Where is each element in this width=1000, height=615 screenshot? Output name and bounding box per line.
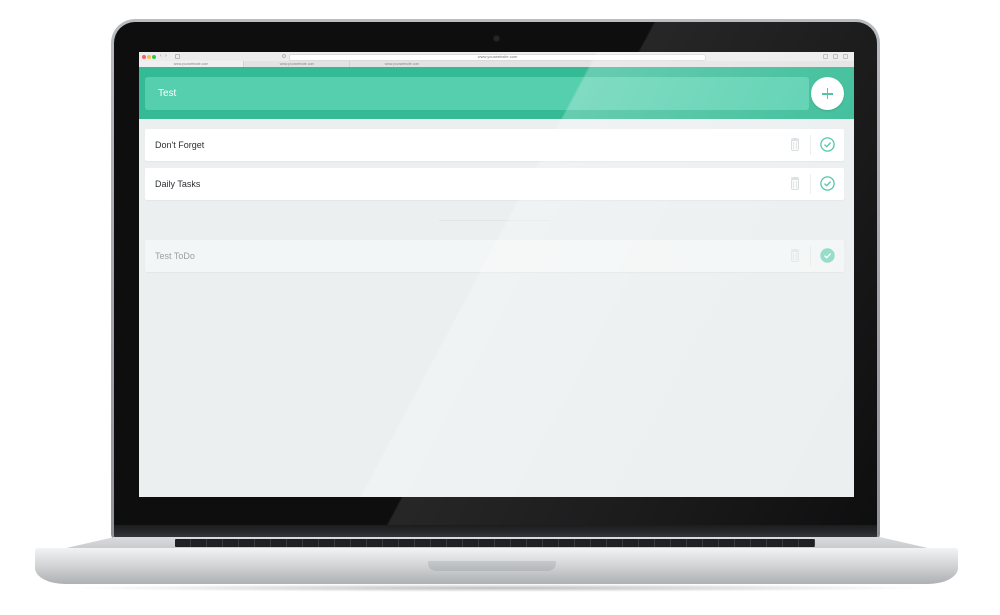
forward-icon[interactable]: › [165, 54, 167, 59]
screen: ‹ › www.yourwebsite.com www.yourwebsite.… [139, 52, 854, 497]
minimize-window-icon[interactable] [147, 55, 151, 59]
share-icon[interactable] [823, 54, 828, 59]
header-title-bar[interactable]: Test [145, 77, 809, 110]
check-circle-icon[interactable] [820, 176, 835, 191]
downloads-icon[interactable] [843, 54, 848, 59]
maximize-window-icon[interactable] [152, 55, 156, 59]
row-divider [810, 174, 811, 194]
list-item[interactable]: Don't Forget [145, 129, 844, 161]
row-divider [810, 135, 811, 155]
list-item-title: Daily Tasks [155, 179, 201, 189]
address-text: www.yourwebsite.com [477, 54, 518, 59]
completed-item[interactable]: Test ToDo [145, 240, 844, 272]
address-bar[interactable]: www.yourwebsite.com [289, 54, 706, 61]
camera [494, 36, 499, 41]
check-circle-icon[interactable] [820, 137, 835, 152]
base-shadow [60, 584, 935, 592]
back-icon[interactable]: ‹ [160, 54, 162, 59]
laptop-mockup: ‹ › www.yourwebsite.com www.yourwebsite.… [0, 0, 1000, 615]
sidebar-icon[interactable] [175, 54, 180, 59]
header-title: Test [158, 88, 177, 99]
lid-notch [428, 561, 556, 571]
hinge [114, 525, 877, 539]
trash-icon[interactable] [790, 138, 800, 151]
list-item[interactable]: Daily Tasks [145, 168, 844, 200]
tabs-overview-icon[interactable] [833, 54, 838, 59]
add-list-button[interactable] [811, 77, 844, 110]
row-divider [810, 246, 811, 266]
browser-chrome: ‹ › www.yourwebsite.com www.yourwebsite.… [139, 52, 854, 68]
browser-toolbar: ‹ › www.yourwebsite.com [139, 52, 854, 61]
app-header: Test [139, 67, 854, 119]
list-item-title: Don't Forget [155, 140, 205, 150]
section-separator [439, 220, 549, 221]
trash-icon[interactable] [790, 177, 800, 190]
completed-item-title: Test ToDo [155, 251, 195, 261]
check-circle-filled-icon[interactable] [820, 248, 835, 263]
keyboard [175, 539, 815, 547]
trash-icon[interactable] [790, 249, 800, 262]
close-window-icon[interactable] [142, 55, 146, 59]
shield-icon[interactable] [282, 54, 286, 58]
